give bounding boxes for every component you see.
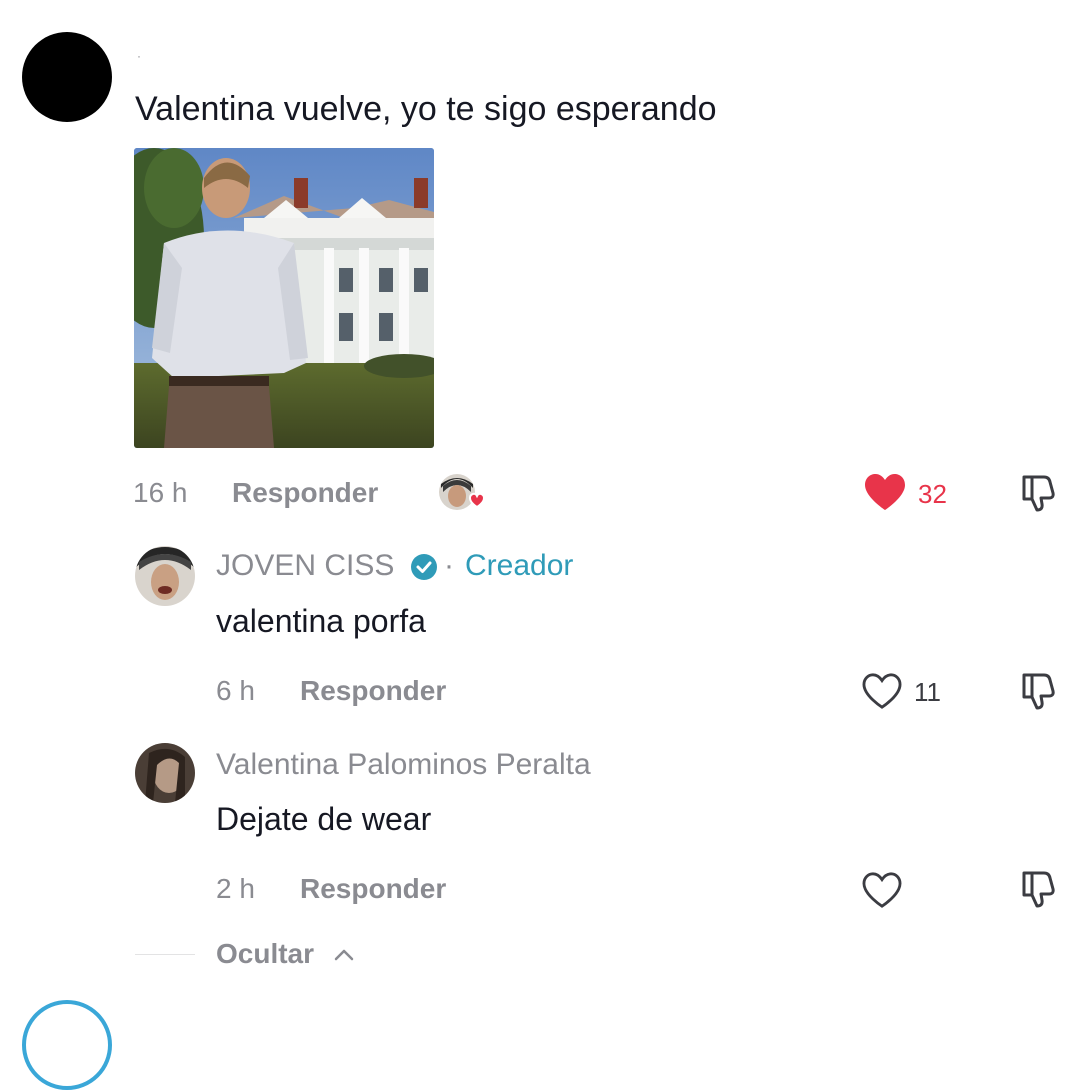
main-comment-time: 16 h — [133, 477, 188, 508]
reply-avatar-valentina[interactable] — [135, 743, 195, 803]
reply-avatar-joven-ciss[interactable] — [135, 546, 195, 606]
commenter-name-dot: · — [137, 49, 141, 63]
commenter-avatar[interactable] — [22, 32, 112, 122]
chevron-up-icon[interactable] — [333, 946, 355, 962]
verified-check-icon — [410, 553, 438, 581]
main-reply-button[interactable]: Responder — [232, 477, 378, 509]
reply-like-count: 11 — [914, 677, 941, 707]
comment-gif-image[interactable] — [134, 148, 434, 448]
author-separator: · — [444, 549, 454, 582]
creator-liked-badge-icon — [437, 472, 485, 516]
hide-replies-button[interactable]: Ocultar — [216, 938, 314, 970]
next-commenter-avatar[interactable] — [22, 1000, 112, 1090]
reply-time: 2 h — [216, 873, 255, 904]
reply-text: valentina porfa — [216, 603, 426, 639]
reply-author-name[interactable]: JOVEN CISS — [216, 549, 394, 583]
thumbs-down-icon[interactable] — [1016, 473, 1056, 513]
heart-icon[interactable] — [863, 472, 907, 512]
main-like-count: 32 — [918, 479, 947, 509]
thumbs-down-icon[interactable] — [1016, 869, 1056, 909]
creator-label: Creador — [465, 549, 574, 582]
reply-time: 6 h — [216, 675, 255, 706]
heart-icon[interactable] — [861, 672, 903, 710]
heart-icon[interactable] — [861, 871, 903, 909]
reply-author-name[interactable]: Valentina Palominos Peralta — [216, 748, 591, 782]
main-comment-text: Valentina vuelve, yo te sigo esperando — [135, 90, 717, 128]
thumbs-down-icon[interactable] — [1016, 671, 1056, 711]
reply-text: Dejate de wear — [216, 801, 432, 837]
hide-divider — [135, 954, 195, 955]
reply-respond-button[interactable]: Responder — [300, 675, 446, 707]
reply-respond-button[interactable]: Responder — [300, 873, 446, 905]
